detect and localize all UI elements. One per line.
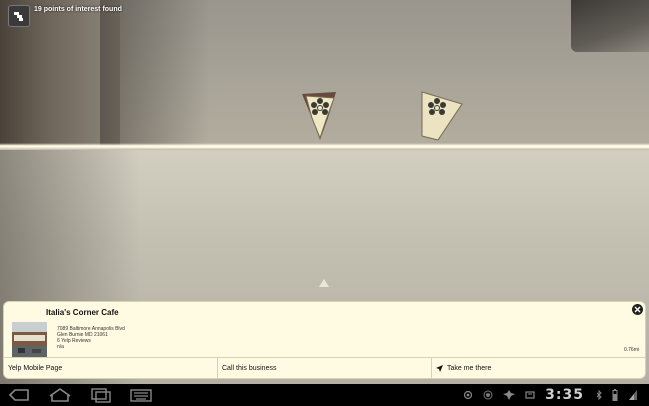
back-icon[interactable]	[8, 387, 30, 403]
keyboard-icon[interactable]	[130, 387, 152, 403]
status-area[interactable]: 3:35	[458, 384, 643, 406]
yelp-marker[interactable]	[418, 90, 464, 144]
card-actions: Yelp Mobile Page Call this business Take…	[4, 357, 645, 379]
home-icon[interactable]	[48, 387, 72, 403]
object-top-right	[571, 0, 649, 52]
poi-details: 7089 Baltimore Annapolis Blvd Glen Burni…	[57, 326, 125, 350]
call-business-label: Call this business	[222, 365, 277, 372]
yelp-marker[interactable]	[298, 88, 340, 144]
clock: 3:35	[545, 387, 584, 403]
gps-icon	[464, 390, 473, 400]
signal-icon	[629, 390, 637, 400]
yelp-burst-icon	[421, 91, 463, 141]
battery-icon	[612, 389, 618, 401]
notification-icon	[503, 390, 516, 400]
call-business-button[interactable]: Call this business	[218, 358, 432, 379]
poi-info-card[interactable]: Italia's Corner Cafe 7089 Baltimore Anna…	[3, 301, 646, 379]
horizon-line	[0, 143, 649, 150]
yelp-mobile-page-label: Yelp Mobile Page	[8, 365, 63, 372]
layers-icon	[14, 12, 23, 21]
poi-count-label: 19 points of interest found	[34, 6, 122, 13]
system-bar: 3:35	[0, 384, 649, 406]
poi-distance: 0.76mi	[623, 347, 639, 353]
location-icon	[483, 390, 493, 400]
take-me-there-label: Take me there	[447, 365, 492, 372]
poi-thumbnail	[12, 322, 47, 357]
poi-extra: n/a	[57, 344, 64, 350]
poi-title: Italia's Corner Cafe	[46, 308, 119, 317]
yelp-burst-icon	[302, 92, 336, 140]
bluetooth-icon	[596, 390, 602, 400]
navigation-arrow-icon	[436, 365, 443, 372]
wall-shadow	[100, 0, 210, 148]
close-button[interactable]	[632, 304, 643, 315]
direction-indicator-icon	[319, 279, 329, 287]
layers-button[interactable]	[8, 5, 30, 27]
close-icon	[634, 306, 641, 313]
take-me-there-button[interactable]: Take me there	[432, 358, 645, 379]
notification-icon	[525, 391, 535, 399]
yelp-mobile-page-button[interactable]: Yelp Mobile Page	[4, 358, 218, 379]
recent-apps-icon[interactable]	[90, 387, 112, 403]
